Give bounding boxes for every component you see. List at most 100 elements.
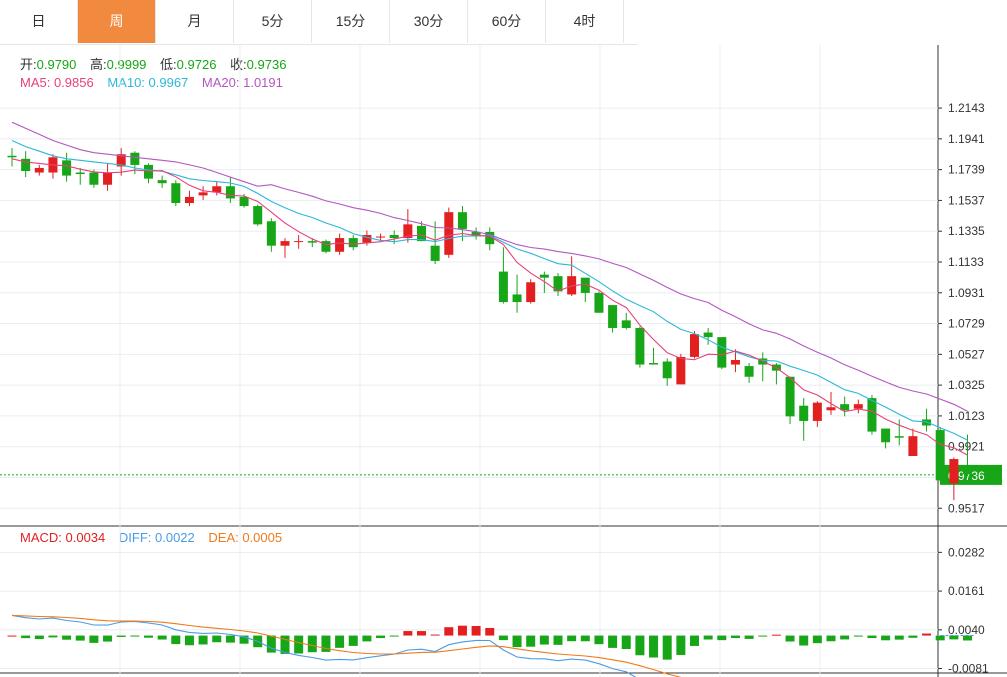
candle-body bbox=[307, 241, 317, 243]
price-chart[interactable]: 1.2143 1.1941 1.1739 1.1537 1.1335 1.1133 1.09… bbox=[0, 45, 1007, 677]
candle-body bbox=[717, 337, 727, 368]
candle-body bbox=[253, 206, 263, 225]
candle-body bbox=[103, 172, 113, 185]
macd-histogram-bar bbox=[526, 635, 536, 647]
macd-histogram-bar bbox=[908, 635, 918, 638]
candle-body bbox=[225, 186, 235, 199]
macd-histogram-bar bbox=[130, 635, 140, 637]
macd-histogram-bar bbox=[567, 635, 577, 642]
macd-tick-label: 0.0282 bbox=[948, 545, 985, 559]
tab-month[interactable]: 月 bbox=[156, 0, 234, 43]
macd-tick-label: -0.0081 bbox=[948, 662, 989, 676]
candle-body bbox=[130, 152, 140, 165]
macd-histogram-bar bbox=[853, 635, 863, 637]
candle-body bbox=[62, 160, 72, 176]
candle-body bbox=[894, 436, 904, 438]
tab-5min[interactable]: 5分 bbox=[234, 0, 312, 43]
candle-body bbox=[457, 212, 467, 229]
tab-week[interactable]: 周 bbox=[78, 0, 156, 43]
macd-histogram-bar bbox=[703, 635, 713, 640]
macd-histogram-bar bbox=[471, 625, 481, 636]
macd-histogram-bar bbox=[62, 635, 72, 640]
candle-body bbox=[635, 327, 645, 365]
price-tick-label: 0.9921 bbox=[948, 440, 985, 454]
tab-4hour[interactable]: 4时 bbox=[546, 0, 624, 43]
macd-histogram-bar bbox=[662, 635, 672, 660]
macd-histogram-bar bbox=[7, 635, 17, 637]
macd-histogram-bar bbox=[635, 635, 645, 656]
macd-histogram-bar bbox=[553, 635, 563, 645]
period-tabs: 日 周 月 5分 15分 30分 60分 4时 bbox=[0, 0, 638, 45]
candle-body bbox=[908, 436, 918, 456]
macd-histogram-bar bbox=[212, 635, 222, 643]
candle-body bbox=[417, 225, 426, 242]
candle-body bbox=[7, 155, 17, 158]
macd-histogram-bar bbox=[34, 635, 44, 640]
tab-15min[interactable]: 15分 bbox=[312, 0, 390, 43]
macd-histogram-bar bbox=[649, 635, 659, 658]
macd-histogram-bar bbox=[840, 635, 850, 640]
candle-body bbox=[963, 466, 972, 475]
macd-histogram-bar bbox=[198, 635, 208, 645]
macd-tick-label: 0.0161 bbox=[948, 584, 985, 598]
candle-body bbox=[935, 430, 945, 481]
macd-histogram-bar bbox=[48, 635, 58, 638]
candle-body bbox=[184, 196, 194, 204]
macd-histogram-bar bbox=[894, 635, 904, 640]
candle-body bbox=[526, 282, 536, 303]
macd-histogram-bar bbox=[144, 635, 153, 638]
macd-histogram-bar bbox=[307, 635, 317, 653]
ma5-line bbox=[11, 158, 968, 456]
candle-body bbox=[171, 183, 181, 204]
macd-histogram-bar bbox=[116, 635, 126, 637]
macd-histogram-bar bbox=[266, 635, 276, 653]
macd-histogram-bar bbox=[539, 635, 549, 645]
tab-day[interactable]: 日 bbox=[0, 0, 78, 43]
candle-body bbox=[676, 356, 686, 385]
macd-histogram-bar bbox=[963, 635, 972, 641]
candle-body bbox=[34, 167, 44, 173]
macd-histogram-bar bbox=[744, 635, 754, 639]
macd-histogram-bar bbox=[417, 631, 426, 636]
macd-histogram-bar bbox=[335, 635, 345, 648]
macd-histogram-bar bbox=[799, 635, 809, 646]
candle-body bbox=[744, 366, 754, 377]
macd-histogram-bar bbox=[348, 635, 358, 646]
macd-histogram-bar bbox=[75, 635, 85, 641]
macd-histogram-bar bbox=[225, 635, 235, 643]
tab-60min[interactable]: 60分 bbox=[468, 0, 546, 43]
macd-histogram-bar bbox=[690, 635, 699, 646]
macd-histogram-bar bbox=[457, 625, 467, 636]
candle-body bbox=[539, 274, 549, 278]
candle-body bbox=[621, 320, 631, 328]
price-tick-label: 1.1537 bbox=[948, 193, 985, 207]
macd-histogram-bar bbox=[826, 635, 836, 642]
candle-body bbox=[444, 212, 454, 255]
candle-body bbox=[703, 332, 713, 338]
macd-histogram-bar bbox=[580, 635, 590, 642]
candle-body bbox=[280, 241, 290, 246]
candle-body bbox=[294, 241, 304, 243]
macd-histogram-bar bbox=[717, 635, 727, 641]
candle-body bbox=[730, 359, 740, 365]
tab-30min[interactable]: 30分 bbox=[390, 0, 468, 43]
candle-body bbox=[157, 180, 167, 184]
macd-histogram-bar bbox=[376, 635, 386, 639]
macd-histogram-bar bbox=[485, 627, 495, 636]
candle-body bbox=[498, 271, 508, 303]
ma20-line bbox=[11, 121, 968, 412]
price-tick-label: 1.2143 bbox=[948, 101, 985, 115]
macd-histogram-bar bbox=[389, 635, 399, 637]
candle-body bbox=[826, 407, 836, 411]
candle-body bbox=[89, 172, 99, 185]
macd-histogram-bar bbox=[362, 635, 372, 642]
dea-line bbox=[11, 614, 683, 677]
candle-body bbox=[853, 404, 863, 409]
macd-histogram-bar bbox=[498, 635, 508, 641]
macd-histogram-bar bbox=[21, 635, 31, 639]
price-tick-label: 1.1133 bbox=[948, 255, 984, 269]
macd-histogram-bar bbox=[758, 635, 768, 637]
macd-histogram-bar bbox=[184, 635, 194, 646]
macd-histogram-bar bbox=[676, 635, 686, 655]
price-tick-label: 1.1335 bbox=[948, 224, 985, 238]
